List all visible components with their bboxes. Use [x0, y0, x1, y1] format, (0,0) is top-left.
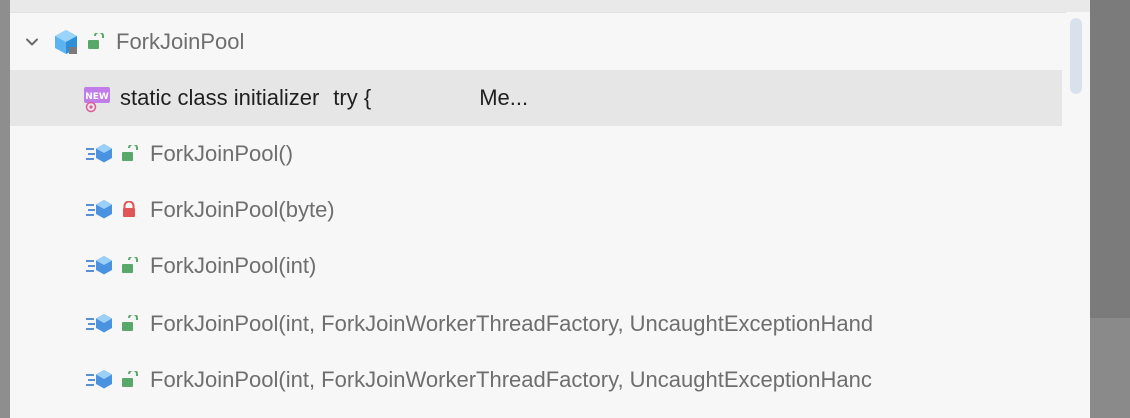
item-label: ForkJoinPool(int, ForkJoinWorkerThreadFa… — [150, 367, 872, 392]
constructor-icon — [84, 142, 114, 166]
private-lock-icon — [120, 201, 138, 219]
initializer-detail: try { — [333, 85, 372, 110]
popup-top-bar — [10, 0, 1090, 13]
tree-item-static-initializer[interactable]: NEW static class initializer try { Me... — [10, 70, 1062, 126]
tree-item-constructor[interactable]: ForkJoinPool() — [10, 126, 1062, 182]
backdrop-right-lower — [1090, 318, 1130, 418]
constructor-icon — [84, 312, 114, 336]
public-lock-icon — [86, 33, 104, 51]
root-label: ForkJoinPool — [116, 29, 245, 54]
constructor-icon — [84, 198, 114, 222]
structure-popup: ForkJoinPool NEW static class initialize… — [10, 0, 1090, 418]
initializer-trailing: Me... — [479, 85, 529, 110]
tree-item-constructor[interactable]: ForkJoinPool(int, ForkJoinWorkerThreadFa… — [10, 352, 1062, 408]
tree-item-constructor[interactable]: ForkJoinPool(int) — [10, 238, 1062, 294]
new-badge-icon: NEW — [82, 83, 112, 113]
public-lock-icon — [120, 145, 138, 163]
item-label: ForkJoinPool() — [150, 141, 294, 166]
tree-item-constructor[interactable]: ForkJoinPool(int, ForkJoinWorkerThreadFa… — [10, 296, 1062, 352]
tree-root-row[interactable]: ForkJoinPool — [10, 14, 1062, 70]
public-lock-icon — [120, 371, 138, 389]
item-label: ForkJoinPool(byte) — [150, 197, 335, 222]
public-lock-icon — [120, 315, 138, 333]
chevron-down-icon[interactable] — [24, 34, 40, 50]
constructor-icon — [84, 254, 114, 278]
scrollbar-thumb[interactable] — [1070, 18, 1082, 94]
constructor-icon — [84, 368, 114, 392]
public-lock-icon — [120, 257, 138, 275]
tree-item-constructor[interactable]: ForkJoinPool(byte) — [10, 182, 1062, 238]
item-label: ForkJoinPool(int, ForkJoinWorkerThreadFa… — [150, 311, 874, 336]
initializer-label: static class initializer — [120, 85, 320, 110]
class-icon — [52, 28, 80, 56]
svg-text:NEW: NEW — [85, 92, 109, 102]
item-label: ForkJoinPool(int) — [150, 253, 317, 278]
